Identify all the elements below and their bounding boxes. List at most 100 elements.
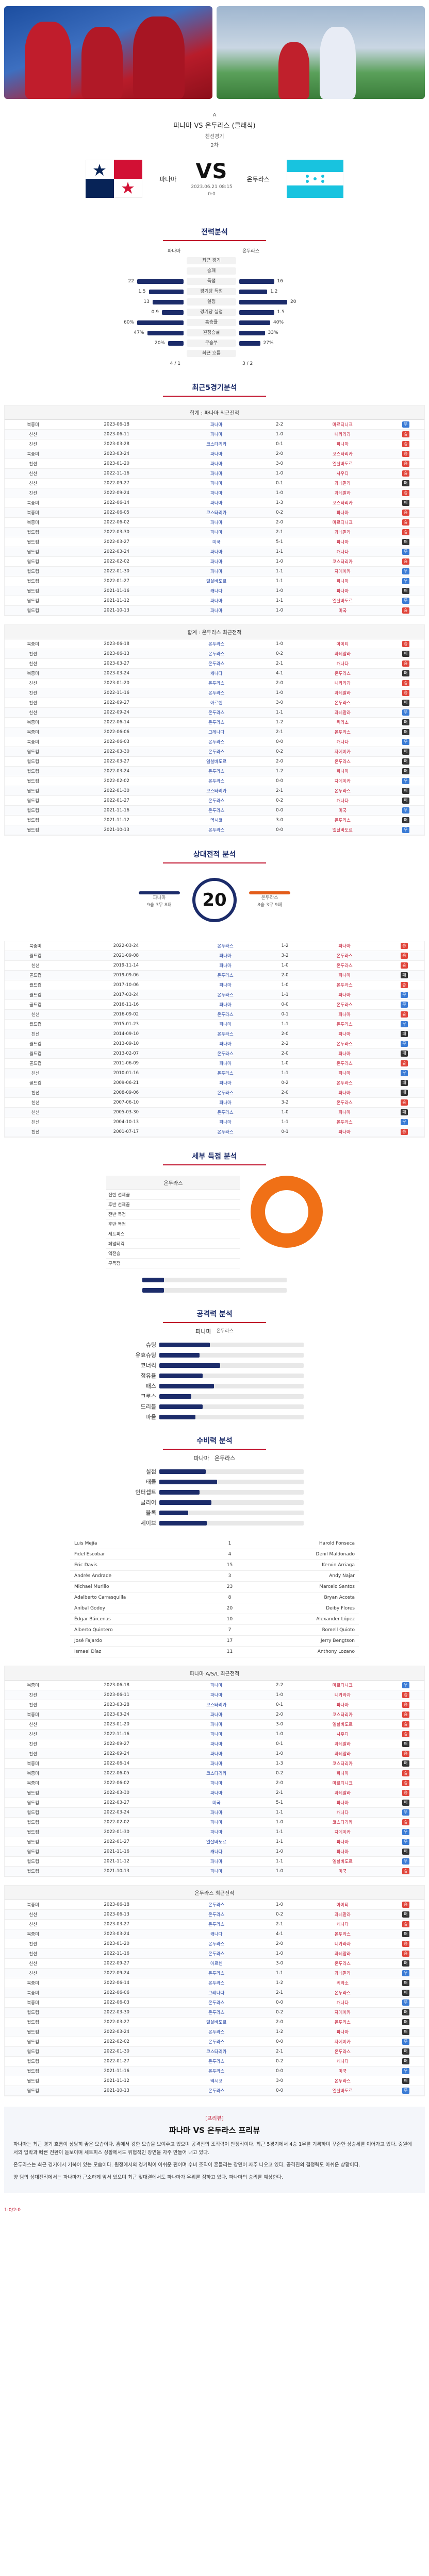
table-cell: 파나마 xyxy=(305,941,384,951)
table-cell: 2022-06-14 xyxy=(61,498,172,508)
table-cell: 친선 xyxy=(5,678,62,688)
table-cell: 친선 xyxy=(5,649,62,659)
table-cell: 북중미 xyxy=(5,737,62,747)
table-cell: 2-1 xyxy=(261,786,298,796)
stat-away-value: 1.5 xyxy=(277,310,285,315)
table-cell: 1-1 xyxy=(261,1827,298,1837)
pct-fill xyxy=(159,1510,188,1515)
table-cell: 2022-01-27 xyxy=(61,1837,172,1847)
table-cell: 1-2 xyxy=(265,941,305,951)
preview-title: 파나마 VS 온두라스 프리뷰 xyxy=(169,2126,260,2135)
table-cell: 친선 xyxy=(5,1739,62,1749)
table-cell: 월드컵 xyxy=(5,2017,62,2027)
bottom-home-title: 파나마 A/S/L 최근전적 xyxy=(5,1666,424,1681)
table-cell: 온두라스 xyxy=(172,2086,261,2096)
stat-away-bar xyxy=(239,299,287,304)
result-badge: 패 xyxy=(402,539,409,545)
table-cell: 친선 xyxy=(5,1097,67,1108)
stats-note-home: 4 / 1 xyxy=(170,361,180,366)
table-cell: 1-1 xyxy=(265,990,305,1000)
table-cell: 0-2 xyxy=(265,1078,305,1088)
table-cell: 2-0 xyxy=(265,1029,305,1039)
attack-away-label: 온두라스 xyxy=(216,1329,234,1334)
pct-fill xyxy=(159,1373,203,1378)
pct-fill xyxy=(159,1479,217,1484)
table-row: 월드컵 2013-02-07 온두라스 2-0 파나마 패 xyxy=(5,1048,424,1059)
table-row: 북중미 2023-06-18 온두라스 1-0 아이티 승 xyxy=(5,639,424,649)
table-cell: 2022-02-02 xyxy=(61,556,172,567)
table-cell: 2021-10-13 xyxy=(61,605,172,616)
table-cell: 1-3 xyxy=(261,1758,298,1769)
table-cell: 1-0 xyxy=(261,1729,298,1739)
table-row: 친선 2023-06-11 파나마 1-0 니카라과 승 xyxy=(5,429,424,439)
result-cell: 패 xyxy=(387,766,424,776)
result-cell: 승 xyxy=(387,1866,424,1876)
table-cell: 북중미 xyxy=(5,1778,62,1788)
prediction-footer: 1:0/2:0 xyxy=(4,2208,21,2213)
table-cell: 2022-11-16 xyxy=(61,468,172,479)
table-cell: 5-1 xyxy=(261,1798,298,1808)
table-cell: 파나마 xyxy=(305,970,384,980)
table-cell: 2022-06-14 xyxy=(61,717,172,727)
table-cell: 월드컵 xyxy=(5,2027,62,2037)
table-row: 월드컵 2022-01-30 파나마 1-1 자메이카 무 xyxy=(5,566,424,577)
stat-home-bar xyxy=(148,289,184,294)
table-cell: 친선 xyxy=(5,429,62,439)
stat-home-value: 20% xyxy=(154,341,165,346)
section-divider xyxy=(163,240,266,241)
table-cell: 온두라스 xyxy=(172,2007,261,2018)
table-cell: 1-0 xyxy=(265,980,305,990)
table-row: 월드컵 2022-03-27 엘살바도르 2-0 온두라스 패 xyxy=(5,756,424,767)
result-badge: 승 xyxy=(400,962,408,969)
result-cell: 패 xyxy=(387,2017,424,2027)
result-cell: 승 xyxy=(387,1817,424,1827)
stat-row: 20% 무승부 27% xyxy=(70,338,359,348)
table-cell: 2007-06-10 xyxy=(66,1097,186,1108)
table-cell: 2-0 xyxy=(265,970,305,980)
table-cell: 온두라스 xyxy=(172,707,261,718)
table-cell: 월드컵 xyxy=(5,1846,62,1857)
table-cell: 온두라스 xyxy=(172,1900,261,1910)
table-cell: 북중미 xyxy=(5,1709,62,1720)
table-cell: 1-1 xyxy=(261,547,298,557)
table-cell: 2023-06-18 xyxy=(61,1900,172,1910)
table-cell: 3-0 xyxy=(261,459,298,469)
result-cell: 패 xyxy=(387,815,424,825)
table-cell: 2022-06-03 xyxy=(61,737,172,747)
pct-bar xyxy=(142,1277,287,1282)
table-row: 친선 2023-06-13 온두라스 0-2 과테말라 패 xyxy=(5,1909,424,1920)
table-cell: 3-0 xyxy=(261,1958,298,1969)
table-cell: 온두라스 xyxy=(172,678,261,688)
table-row: 친선 2023-01-20 파나마 3-0 엘살바도르 승 xyxy=(5,459,424,469)
table-row: 친선 2022-09-24 파나마 1-0 과테말라 승 xyxy=(5,1749,424,1759)
stat-home-bar xyxy=(137,320,184,325)
table-cell: 2023-03-24 xyxy=(61,668,172,679)
table-cell: 코스타리카 xyxy=(172,507,261,518)
table-cell: 코스타리카 xyxy=(172,1768,261,1778)
table-cell: 과테말라 xyxy=(298,1948,387,1959)
table-cell: 0-2 xyxy=(261,1909,298,1920)
table-row: 월드컵 2022-01-27 엘살바도르 1-1 파나마 무 xyxy=(5,576,424,586)
table-cell: 1-0 xyxy=(261,1690,298,1700)
result-badge: 승 xyxy=(402,1711,409,1718)
table-cell: 코스타리카 xyxy=(298,1817,387,1827)
table-cell: 파나마 xyxy=(186,1117,265,1127)
table-cell: 북중미 xyxy=(5,727,62,737)
table-cell: 2-1 xyxy=(261,1919,298,1929)
table-cell: 월드컵 xyxy=(5,1048,67,1059)
table-cell: 1-0 xyxy=(261,586,298,596)
table-cell: 월드컵 xyxy=(5,2056,62,2066)
attack-bars: 슈팅 유효슈팅 코너킥 점유율 패스 크로스 드리블 파울 xyxy=(0,1340,429,1422)
table-cell: 파나마 xyxy=(172,468,261,479)
lineup-number: 17 xyxy=(212,1635,247,1647)
result-cell: 무 xyxy=(387,1837,424,1847)
result-badge: 무 xyxy=(400,1041,408,1047)
result-badge: 승 xyxy=(400,953,408,959)
table-row: 친선 2022-09-27 아르헨 3-0 온두라스 패 xyxy=(5,1958,424,1969)
table-row: 친선 2022-11-16 파나마 1-0 사우디 승 xyxy=(5,468,424,479)
table-cell: 0-2 xyxy=(261,2007,298,2018)
bar-label: 크로스 xyxy=(140,1393,156,1400)
table-cell: 캐나다 xyxy=(298,547,387,557)
table-cell: 아르헨 xyxy=(172,698,261,708)
section-divider xyxy=(163,1322,266,1323)
